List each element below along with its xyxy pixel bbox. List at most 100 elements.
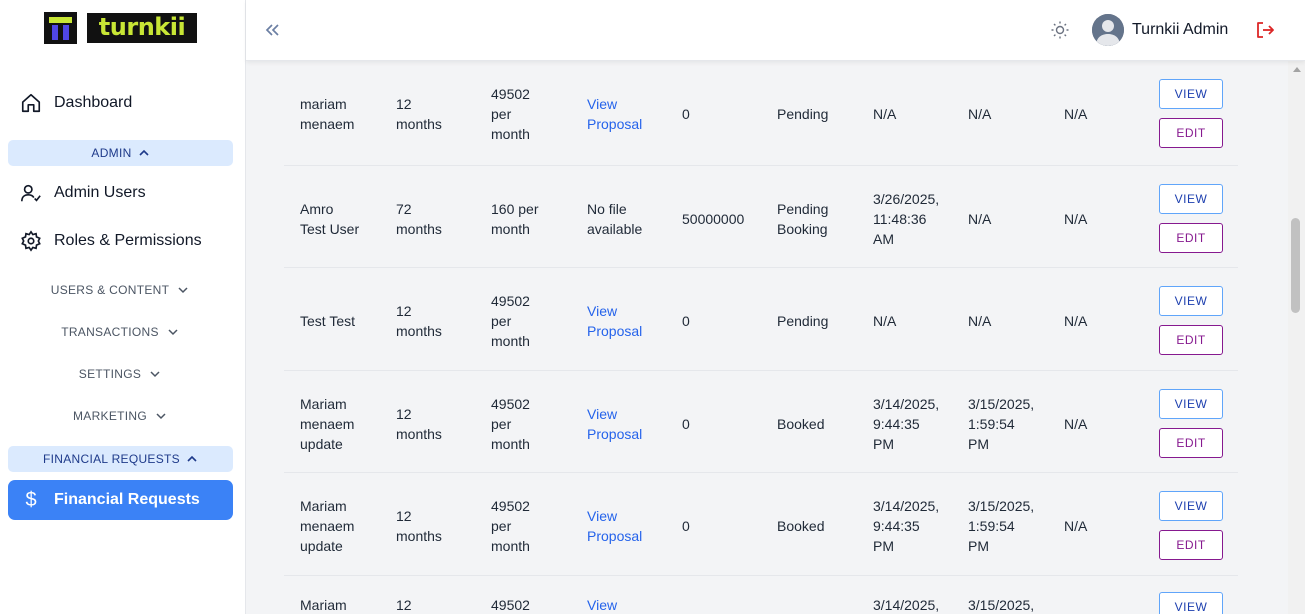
cell-line: 49502 (491, 293, 530, 309)
cell-line: N/A (1064, 211, 1088, 227)
turnkii-logo[interactable]: turnkii (44, 12, 197, 44)
cell-line: Pending (777, 106, 829, 122)
edit-button[interactable]: EDIT (1159, 118, 1223, 148)
cell-line: 0 (682, 416, 690, 432)
cell-amount: 0 (682, 104, 690, 124)
cell-line: View (587, 96, 618, 112)
view-proposal-link[interactable]: View Proposal (587, 404, 642, 444)
sidebar-item-label: TRANSACTIONS (61, 325, 159, 339)
cell-line: Test User (300, 221, 360, 237)
cell-line: PM (968, 538, 989, 554)
cell-line: 0 (682, 313, 690, 329)
cell-line: month (491, 333, 530, 349)
cell-line: 1:59:54 (968, 518, 1015, 534)
cell-name: Mariam (300, 595, 347, 614)
view-button[interactable]: VIEW (1159, 184, 1223, 214)
cell-name: Mariam menaem update (300, 394, 354, 454)
cell-line: 72 (396, 201, 412, 217)
vertical-scrollbar[interactable] (1288, 61, 1305, 614)
cell-date-2: N/A (968, 104, 991, 124)
user-name[interactable]: Turnkii Admin (1132, 21, 1228, 39)
sidebar-item-label: SETTINGS (78, 367, 142, 381)
cell-payment: 49502 per month (491, 84, 530, 144)
sidebar-item-dashboard[interactable]: Dashboard (20, 92, 132, 114)
edit-button[interactable]: EDIT (1159, 530, 1223, 560)
home-icon (21, 93, 41, 113)
sidebar-item-label: Roles & Permissions (54, 232, 202, 249)
section-admin-toggle[interactable]: ADMIN (8, 140, 233, 166)
theme-toggle-sun-icon[interactable] (1050, 20, 1070, 40)
section-financial-toggle[interactable]: FINANCIAL REQUESTS (8, 446, 233, 472)
cell-line: month (491, 221, 530, 237)
cell-name: mariam menaem (300, 94, 354, 134)
cell-line: 3/14/2025, (873, 396, 940, 412)
cell-line: menaem (300, 518, 355, 534)
cell-date-2: 3/15/2025, 1:59:54 PM (968, 496, 1034, 556)
cell-line: months (396, 528, 442, 544)
sidebar-item-roles[interactable]: Roles & Permissions (20, 230, 202, 252)
table-row: mariam menaem 12 months 49502 per month View Pro… (284, 61, 1238, 166)
sidebar-item-users-content[interactable]: USERS & CONTENT (0, 283, 240, 297)
cell-date-3: N/A (1064, 311, 1087, 331)
cell-line: N/A (873, 313, 897, 329)
chevron-up-icon (139, 149, 149, 156)
view-button[interactable]: VIEW (1159, 389, 1223, 419)
scroll-up-arrow-icon[interactable] (1293, 67, 1301, 72)
view-proposal-link[interactable]: View Proposal (587, 506, 642, 546)
main-content: mariam menaem 12 months 49502 per month View Pro… (246, 61, 1288, 614)
sidebar: turnkii Dashboard ADMIN Admin Users Role… (0, 0, 246, 614)
view-button[interactable]: VIEW (1159, 491, 1223, 521)
avatar[interactable] (1092, 14, 1124, 46)
sidebar-item-admin-users[interactable]: Admin Users (20, 182, 146, 204)
sidebar-item-marketing[interactable]: MARKETING (0, 409, 240, 423)
edit-button[interactable]: EDIT (1159, 325, 1223, 355)
cell-line: Pending (777, 201, 829, 217)
cell-line: per (491, 313, 512, 329)
view-button[interactable]: VIEW (1159, 79, 1223, 109)
cell-date-1: 3/14/2025, (873, 595, 939, 614)
chevron-down-icon (150, 371, 160, 378)
cell-line: N/A (1064, 313, 1088, 329)
scrollbar-thumb[interactable] (1291, 218, 1300, 313)
sidebar-item-label: Admin Users (54, 184, 146, 201)
cell-line: Amro (300, 201, 334, 217)
cell-line: months (396, 426, 442, 442)
cell-line: 3/15/2025, (968, 597, 1035, 613)
view-button[interactable]: VIEW (1159, 286, 1223, 316)
cell-line: 12 (396, 303, 412, 319)
cell-line: View (587, 303, 618, 319)
cell-line: menaem (300, 416, 355, 432)
cell-status: Pending (777, 311, 828, 331)
view-proposal-link[interactable]: View Proposal (587, 301, 642, 341)
edit-button[interactable]: EDIT (1159, 223, 1223, 253)
cell-name: Test Test (300, 311, 355, 331)
view-proposal-link[interactable]: View (587, 595, 617, 614)
cell-payment: 49502 per month (491, 394, 530, 454)
sidebar-item-financial-requests[interactable]: $ Financial Requests (8, 480, 233, 520)
cell-line: 11:48:36 (873, 211, 927, 227)
cell-line: 49502 (491, 396, 530, 412)
edit-button[interactable]: EDIT (1159, 428, 1223, 458)
cell-date-3: N/A (1064, 414, 1087, 434)
logo-mark-icon (44, 12, 77, 44)
table-row: Mariam menaem update 12 months 49502 per month V… (284, 473, 1238, 576)
view-button[interactable]: VIEW (1159, 592, 1223, 614)
cell-line: 49502 (491, 597, 530, 613)
cell-line: per (491, 518, 512, 534)
cell-line: 12 (396, 508, 412, 524)
view-proposal-link[interactable]: View Proposal (587, 94, 642, 134)
cell-line: 49502 (491, 86, 530, 102)
logout-icon[interactable] (1254, 19, 1276, 41)
cell-line: 9:44:35 (873, 518, 920, 534)
sidebar-item-settings[interactable]: SETTINGS (0, 367, 240, 381)
cell-line: View (587, 406, 618, 422)
gear-icon (21, 230, 41, 252)
section-label: ADMIN (91, 146, 132, 160)
cell-line: No file (587, 201, 627, 217)
cell-line: N/A (968, 106, 992, 122)
chevron-down-icon (156, 413, 166, 420)
sidebar-item-transactions[interactable]: TRANSACTIONS (0, 325, 240, 339)
collapse-sidebar-icon[interactable] (262, 20, 282, 40)
cell-line: Proposal (587, 116, 643, 132)
cell-line: menaem (300, 116, 355, 132)
